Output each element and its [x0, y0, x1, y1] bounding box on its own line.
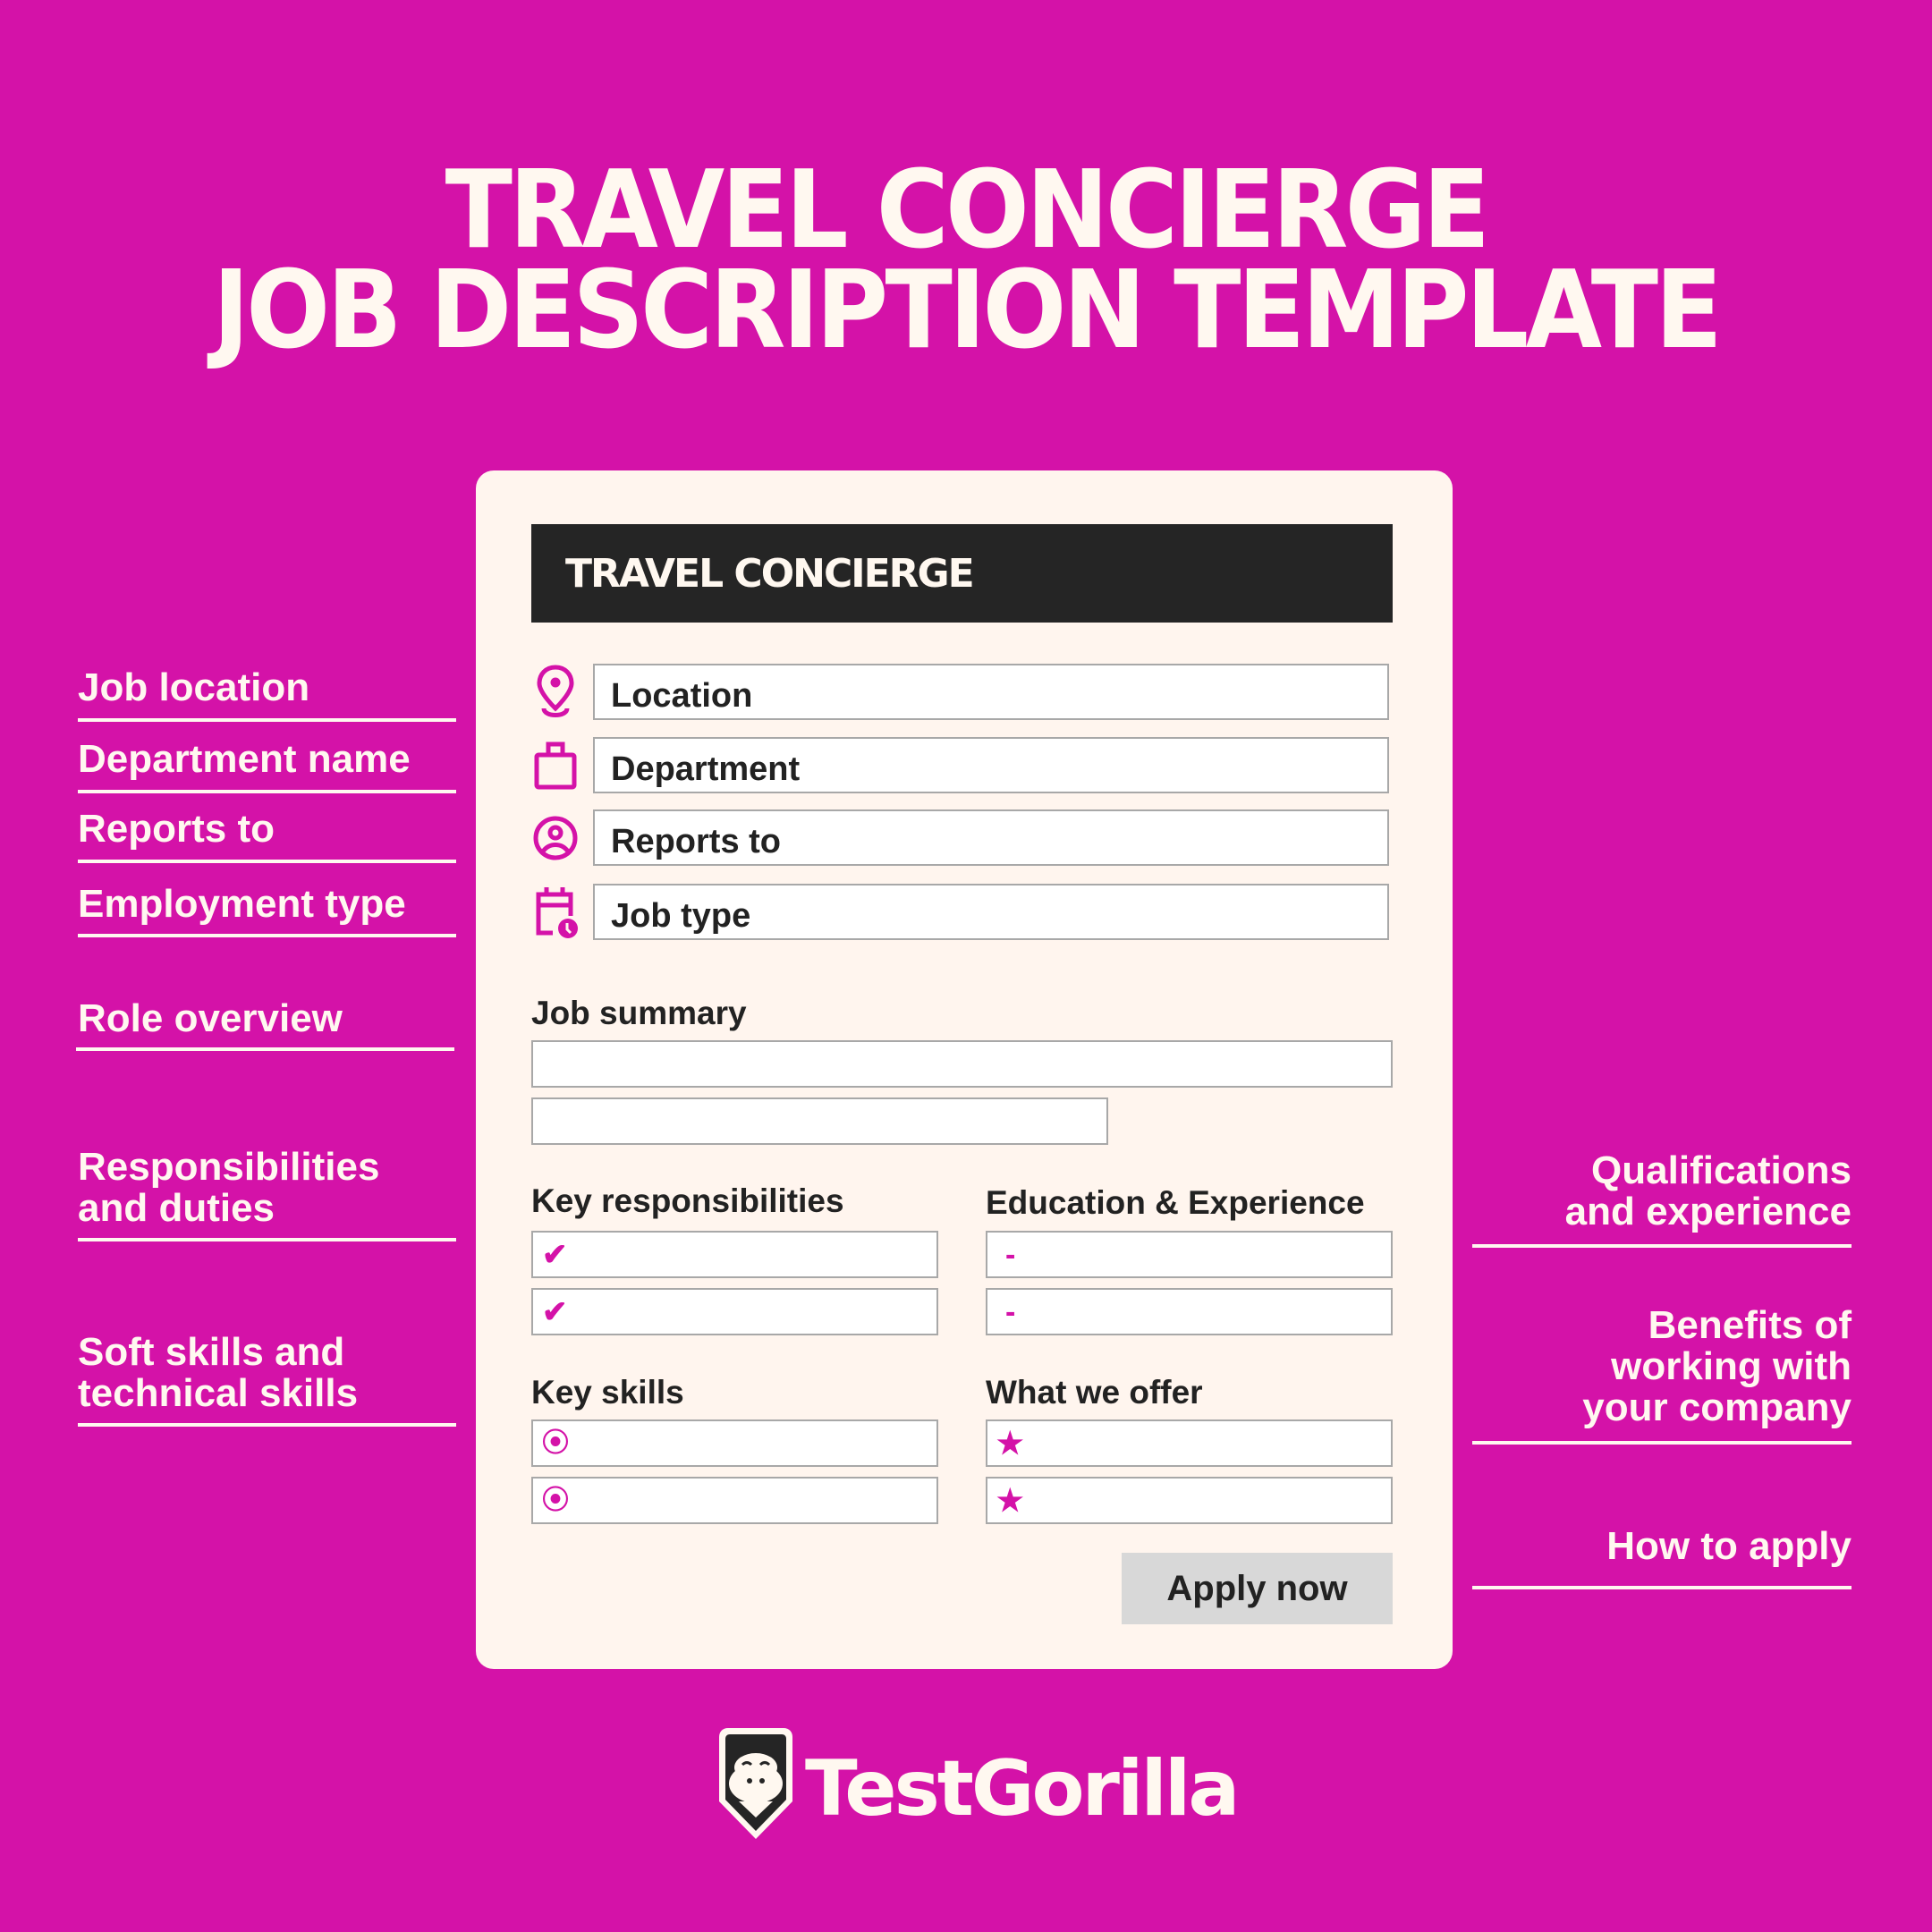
label-skills: Soft skills and technical skills	[78, 1330, 359, 1415]
title-line-1: TRAVEL CONCIERGE	[445, 148, 1491, 273]
location-field[interactable]: Location	[593, 664, 1389, 720]
location-field-text: Location	[611, 677, 753, 715]
divider-line	[78, 934, 456, 937]
star-icon: ★	[996, 1484, 1024, 1518]
job-summary-input-line-1[interactable]	[531, 1040, 1393, 1088]
logo-wordmark: TestGorilla	[805, 1744, 1240, 1834]
dash-icon: -	[1005, 1295, 1016, 1329]
department-field-text: Department	[611, 750, 801, 788]
job-summary-input-line-2[interactable]	[531, 1097, 1108, 1145]
divider-line	[78, 718, 456, 722]
label-benefits: Benefits of working with your company	[1582, 1303, 1852, 1429]
label-employment-type: Employment type	[78, 882, 406, 926]
label-how-to-apply: How to apply	[1606, 1524, 1852, 1568]
offer-item[interactable]: ★	[986, 1477, 1393, 1524]
card-title: TRAVEL CONCIERGE	[565, 551, 975, 597]
card-header: TRAVEL CONCIERGE	[531, 524, 1393, 623]
skill-item[interactable]: ⦿	[531, 1419, 938, 1467]
job-summary-label: Job summary	[531, 995, 747, 1031]
responsibility-item[interactable]: ✔	[531, 1288, 938, 1335]
education-item[interactable]: -	[986, 1288, 1393, 1335]
check-icon: ✔	[542, 1295, 568, 1329]
education-experience-label: Education & Experience	[986, 1184, 1365, 1221]
divider-line	[1472, 1586, 1852, 1589]
responsibility-item[interactable]: ✔	[531, 1231, 938, 1278]
dash-icon: -	[1005, 1238, 1016, 1272]
label-department-name: Department name	[78, 737, 411, 781]
education-item[interactable]: -	[986, 1231, 1393, 1278]
skill-item[interactable]: ⦿	[531, 1477, 938, 1524]
divider-line	[76, 1047, 454, 1051]
page-title: TRAVEL CONCIERGE JOB DESCRIPTION TEMPLAT…	[0, 148, 1932, 373]
apply-now-button[interactable]: Apply now	[1122, 1553, 1393, 1624]
label-responsibilities: Responsibilities and duties	[78, 1145, 380, 1230]
label-job-location: Job location	[78, 665, 310, 709]
divider-line	[78, 1423, 456, 1427]
testgorilla-logo: TestGorilla	[716, 1724, 1240, 1850]
divider-line	[78, 790, 456, 793]
key-responsibilities-label: Key responsibilities	[531, 1182, 844, 1219]
star-icon: ★	[996, 1427, 1024, 1461]
job-description-card: TRAVEL CONCIERGE Location Department Rep…	[476, 470, 1453, 1669]
label-reports-to: Reports to	[78, 807, 275, 851]
label-qualifications: Qualifications and experience	[1564, 1148, 1852, 1233]
what-we-offer-label: What we offer	[986, 1374, 1203, 1411]
divider-line	[1472, 1441, 1852, 1445]
title-line-2: JOB DESCRIPTION TEMPLATE	[212, 249, 1723, 373]
briefcase-icon	[534, 741, 577, 790]
job-type-field-text: Job type	[611, 897, 751, 935]
circle-bullet-icon: ⦿	[542, 1486, 569, 1515]
divider-line	[1472, 1244, 1852, 1248]
gorilla-icon	[719, 1728, 792, 1839]
reports-to-field-text: Reports to	[611, 823, 781, 860]
key-skills-label: Key skills	[531, 1374, 684, 1411]
department-field[interactable]: Department	[593, 737, 1389, 793]
user-circle-icon	[533, 816, 578, 860]
label-role-overview: Role overview	[78, 996, 343, 1040]
check-icon: ✔	[542, 1238, 568, 1272]
calendar-clock-icon	[536, 887, 578, 938]
location-pin-icon	[537, 665, 574, 717]
reports-to-field[interactable]: Reports to	[593, 809, 1389, 866]
job-type-field[interactable]: Job type	[593, 884, 1389, 940]
divider-line	[78, 1238, 456, 1241]
circle-bullet-icon: ⦿	[542, 1428, 569, 1458]
divider-line	[78, 860, 456, 863]
offer-item[interactable]: ★	[986, 1419, 1393, 1467]
